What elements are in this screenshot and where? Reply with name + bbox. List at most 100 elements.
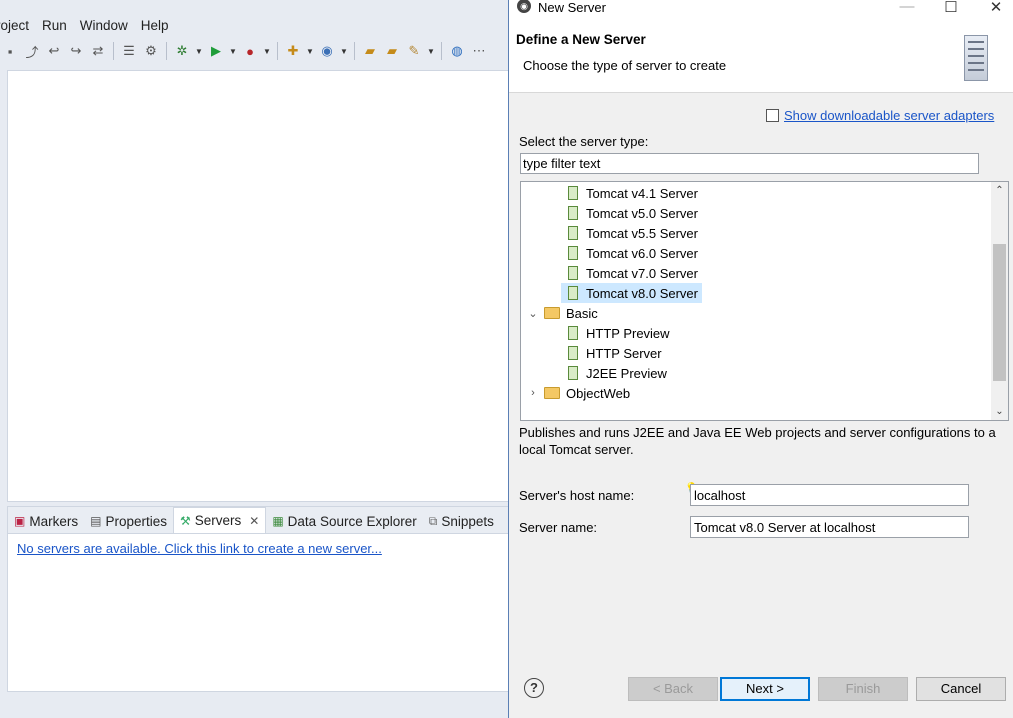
toolbar-icon[interactable]: ⤴: [22, 41, 42, 61]
tree-item[interactable]: HTTP Preview: [566, 323, 670, 343]
tab-snippets[interactable]: ⧉ Snippets: [423, 509, 500, 533]
tab-data-source-explorer[interactable]: ▦ Data Source Explorer: [266, 509, 422, 533]
chevron-down-icon[interactable]: ▼: [228, 41, 238, 61]
menu-project[interactable]: roject: [0, 18, 38, 33]
scroll-thumb[interactable]: [993, 244, 1006, 381]
scroll-down-icon[interactable]: ⌄: [991, 403, 1008, 420]
tree-scrollbar[interactable]: ⌃ ⌄: [991, 182, 1008, 420]
server-name-input[interactable]: [690, 516, 969, 538]
menu-bar: roject Run Window Help: [0, 14, 178, 36]
views-tab-bar: ▣ Markers ▤ Properties ⚒ Servers ✕ ▦ Dat…: [8, 507, 510, 534]
chevron-down-icon[interactable]: ▼: [305, 41, 315, 61]
tree-folder-basic[interactable]: ⌄ Basic: [526, 303, 597, 323]
globe-icon[interactable]: ◍: [447, 41, 467, 61]
chevron-right-icon[interactable]: ›: [526, 387, 540, 399]
tree-item-selected[interactable]: Tomcat v8.0 Server: [561, 283, 702, 303]
tab-servers[interactable]: ⚒ Servers ✕: [172, 507, 267, 533]
tree-item[interactable]: HTTP Server: [566, 343, 662, 363]
tree-item[interactable]: Tomcat v7.0 Server: [566, 263, 698, 283]
server-icon: [964, 35, 988, 81]
tree-folder-objectweb[interactable]: › ObjectWeb: [526, 383, 630, 403]
chevron-down-icon[interactable]: ▼: [262, 41, 272, 61]
toolbar-separator: [354, 42, 355, 60]
tab-label: Properties: [105, 513, 167, 529]
next-button[interactable]: Next >: [720, 677, 810, 701]
server-icon: [568, 206, 578, 220]
pencil-icon[interactable]: ✎: [404, 41, 424, 61]
tree-item-label: Tomcat v7.0 Server: [586, 265, 698, 281]
show-adapters-option[interactable]: Show downloadable server adapters: [766, 108, 994, 123]
server-name-label: Server name:: [519, 520, 598, 535]
new-wizard-icon[interactable]: ✚: [283, 41, 303, 61]
close-icon[interactable]: ✕: [249, 514, 259, 528]
tree-item[interactable]: Tomcat v4.1 Server: [566, 183, 698, 203]
filter-input[interactable]: [520, 153, 979, 174]
chevron-down-icon[interactable]: ▼: [339, 41, 349, 61]
create-server-link[interactable]: No servers are available. Click this lin…: [17, 541, 382, 556]
run-icon[interactable]: ▶: [206, 41, 226, 61]
tab-markers[interactable]: ▣ Markers: [8, 509, 84, 533]
wizard-title: Define a New Server: [516, 32, 646, 47]
tree-item[interactable]: Tomcat v5.0 Server: [566, 203, 698, 223]
views-panel: ▣ Markers ▤ Properties ⚒ Servers ✕ ▦ Dat…: [7, 506, 510, 692]
dialog-titlebar: ◉ New Server — ☐ ✕: [509, 0, 1013, 16]
dialog-footer: ? < Back Next > Finish Cancel: [509, 658, 1013, 718]
snippets-icon: ⧉: [428, 513, 438, 528]
menu-help[interactable]: Help: [137, 18, 178, 33]
host-name-input[interactable]: [690, 484, 969, 506]
minimize-button[interactable]: —: [892, 0, 922, 16]
tree-item-label: Tomcat v4.1 Server: [586, 185, 698, 201]
tree-item-label: Tomcat v8.0 Server: [586, 285, 698, 301]
tree-item[interactable]: J2EE Preview: [566, 363, 667, 383]
tab-label: Data Source Explorer: [287, 513, 417, 529]
tree-item[interactable]: Tomcat v6.0 Server: [566, 243, 698, 263]
open-type-icon[interactable]: ▰: [360, 41, 380, 61]
markers-icon: ▣: [14, 514, 26, 528]
help-icon[interactable]: ?: [524, 678, 544, 698]
new-server-dialog: ◉ New Server — ☐ ✕ Define a New Server C…: [508, 0, 1013, 718]
chevron-down-icon[interactable]: ▼: [194, 41, 204, 61]
scroll-up-icon[interactable]: ⌃: [991, 182, 1008, 199]
menu-run[interactable]: Run: [38, 18, 76, 33]
folder-icon: [544, 307, 560, 319]
toolbar-separator: [166, 42, 167, 60]
chevron-down-icon[interactable]: ▼: [426, 41, 436, 61]
debug-icon[interactable]: ✲: [172, 41, 192, 61]
toolbar-icon[interactable]: ⇄: [88, 41, 108, 61]
close-button[interactable]: ✕: [981, 0, 1011, 16]
tree-item-label: Tomcat v5.0 Server: [586, 205, 698, 221]
server-icon: [568, 286, 578, 300]
server-icon: [568, 226, 578, 240]
menu-window[interactable]: Window: [76, 18, 137, 33]
dialog-title: New Server: [538, 0, 606, 15]
server-icon: [568, 346, 578, 360]
server-type-tree[interactable]: Tomcat v4.1 Server Tomcat v5.0 Server To…: [520, 181, 1009, 421]
open-folder-icon[interactable]: ▰: [382, 41, 402, 61]
tree-item-label: HTTP Server: [586, 345, 662, 361]
server-icon: [568, 266, 578, 280]
tree-item-label: ObjectWeb: [566, 385, 631, 401]
cancel-button[interactable]: Cancel: [916, 677, 1006, 701]
toolbar-icon[interactable]: ↩: [44, 41, 64, 61]
editor-area[interactable]: [7, 70, 510, 502]
show-adapters-checkbox[interactable]: [766, 109, 779, 122]
toolbar-separator: [441, 42, 442, 60]
wizard-subtitle: Choose the type of server to create: [523, 58, 727, 73]
toolbar-icon[interactable]: ⚙: [141, 41, 161, 61]
finish-button[interactable]: Finish: [818, 677, 908, 701]
toolbar-separator: [113, 42, 114, 60]
maximize-button[interactable]: ☐: [936, 0, 966, 16]
folder-icon: [544, 387, 560, 399]
tab-properties[interactable]: ▤ Properties: [84, 509, 173, 533]
external-tools-icon[interactable]: ●: [240, 41, 260, 61]
chevron-down-icon[interactable]: ⌄: [526, 307, 540, 320]
show-adapters-link[interactable]: Show downloadable server adapters: [784, 108, 994, 123]
tree-item[interactable]: Tomcat v5.5 Server: [566, 223, 698, 243]
toolbar-icon[interactable]: ☰: [119, 41, 139, 61]
server-icon: [568, 326, 578, 340]
new-class-icon[interactable]: ◉: [317, 41, 337, 61]
toolbar-icon[interactable]: ↪: [66, 41, 86, 61]
toolbar-icon[interactable]: ⋯: [469, 41, 489, 61]
back-button[interactable]: < Back: [628, 677, 718, 701]
toolbar-icon[interactable]: ▪: [0, 41, 20, 61]
